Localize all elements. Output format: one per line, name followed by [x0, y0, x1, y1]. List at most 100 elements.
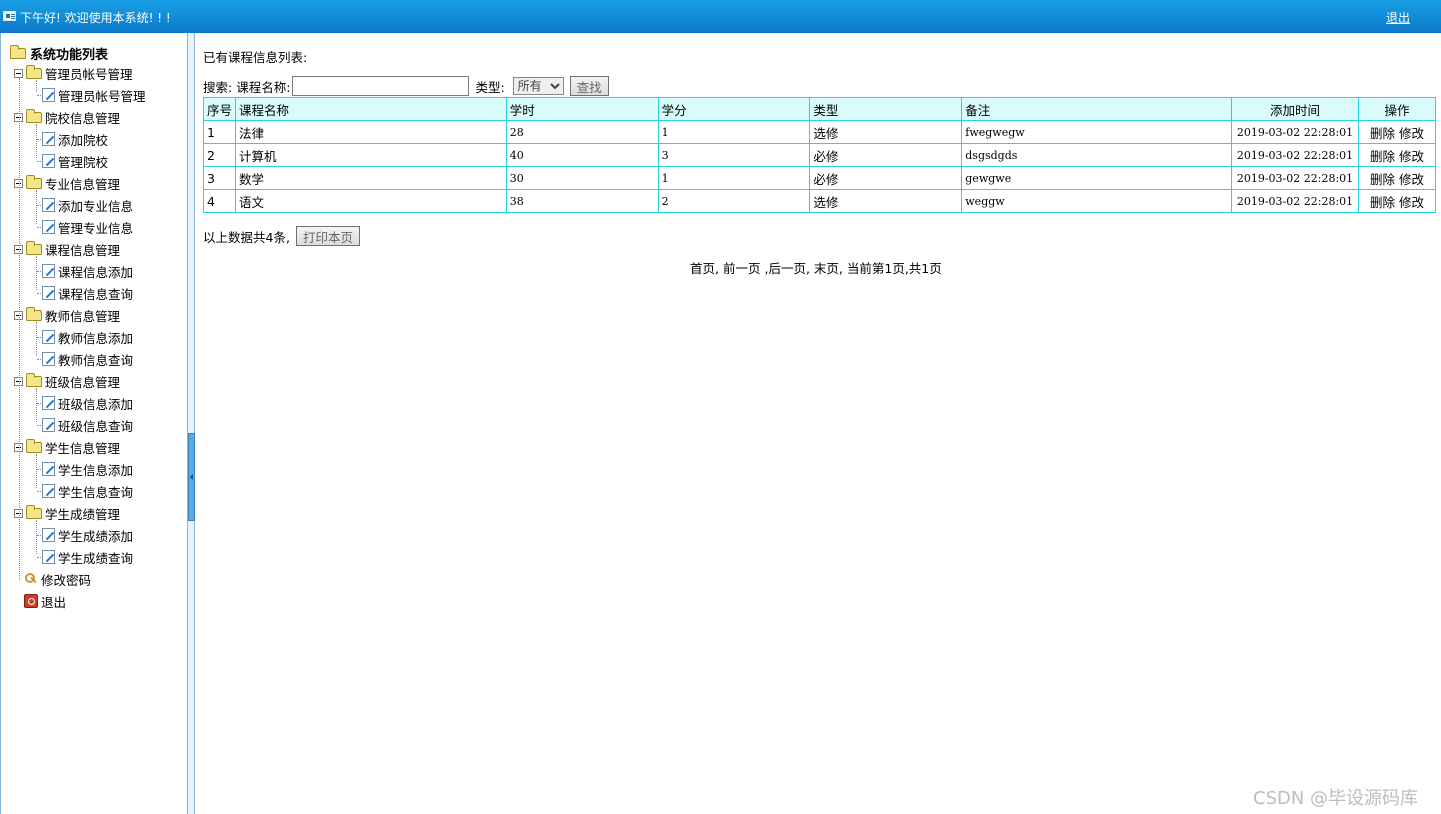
table-row: 4 语文 38 2 选修 weggw 2019-03-02 22:28:01 删除 修改 — [202, 189, 1437, 213]
tree-item-label: 退出 — [41, 594, 67, 610]
key-icon — [24, 572, 38, 586]
cell-type: 选修 — [809, 120, 963, 144]
tree-item[interactable]: 学生信息查询 — [42, 482, 133, 500]
folder-open-icon — [10, 44, 26, 59]
tree-group-label: 学生信息管理 — [45, 440, 121, 456]
tree-item[interactable]: 课程信息添加 — [42, 262, 133, 280]
cell-no: 3 — [202, 166, 237, 190]
tree-item-label: 学生信息查询 — [58, 484, 134, 500]
delete-link[interactable]: 删除 — [1370, 126, 1395, 141]
type-label: 类型: — [475, 79, 505, 95]
header-actions: 操作 — [1357, 97, 1437, 121]
tree-item[interactable]: 学生成绩查询 — [42, 548, 133, 566]
tree-item-label: 学生成绩查询 — [58, 550, 134, 566]
folder-open-icon — [26, 504, 42, 519]
tree-connector — [36, 190, 37, 224]
tree-group-label: 专业信息管理 — [45, 176, 121, 192]
cell-time: 2019-03-02 22:28:01 — [1231, 166, 1359, 190]
tree-item[interactable]: 学生成绩添加 — [42, 526, 133, 544]
frame-splitter[interactable] — [187, 33, 195, 814]
tree-connector — [36, 388, 37, 422]
watermark: CSDN @毕设源码库 — [1253, 788, 1419, 809]
course-table: 序号 课程名称 学时 学分 类型 备注 添加时间 操作 1 法律 28 1 选修 fweg… — [202, 97, 1437, 213]
pager-prev[interactable]: 前一页 — [723, 261, 761, 276]
cell-no: 2 — [202, 143, 237, 167]
tree-item-label: 学生信息添加 — [58, 462, 134, 478]
edit-page-icon — [42, 352, 55, 366]
cell-note: gewgwe — [961, 166, 1232, 190]
tree-item[interactable]: 管理专业信息 — [42, 218, 133, 236]
delete-link[interactable]: 删除 — [1370, 149, 1395, 164]
tree-group[interactable]: 学生成绩管理 — [14, 504, 120, 522]
edit-link[interactable]: 修改 — [1399, 126, 1424, 141]
tree-group[interactable]: 专业信息管理 — [14, 174, 120, 192]
pager-next[interactable]: ,后一页, — [764, 261, 809, 276]
tree-item[interactable]: 教师信息查询 — [42, 350, 133, 368]
tree-item-label: 课程信息添加 — [58, 264, 134, 280]
edit-page-icon — [42, 528, 55, 542]
tree-group-label: 学生成绩管理 — [45, 506, 121, 522]
tree-item-logout[interactable]: 退出 — [24, 592, 66, 610]
delete-link[interactable]: 删除 — [1370, 195, 1395, 210]
tree-item[interactable]: 管理员帐号管理 — [42, 86, 146, 104]
tree-group[interactable]: 院校信息管理 — [14, 108, 120, 126]
header-time: 添加时间 — [1231, 97, 1359, 121]
top-logout-link[interactable]: 退出 — [1386, 9, 1410, 26]
collapse-sidebar-handle[interactable] — [188, 433, 195, 521]
edit-page-icon — [42, 88, 55, 102]
tree-item[interactable]: 学生信息添加 — [42, 460, 133, 478]
cell-credit: 1 — [657, 166, 811, 190]
type-select[interactable]: 所有 — [512, 77, 564, 95]
cell-time: 2019-03-02 22:28:01 — [1231, 120, 1359, 144]
cell-credit: 3 — [657, 143, 811, 167]
cell-actions: 删除 修改 — [1357, 120, 1437, 144]
tree-item[interactable]: 课程信息查询 — [42, 284, 133, 302]
tree-item-label: 课程信息查询 — [58, 286, 134, 302]
pager-status: 当前第1页,共1页 — [846, 261, 942, 276]
edit-page-icon — [42, 484, 55, 498]
edit-link[interactable]: 修改 — [1399, 149, 1424, 164]
cell-no: 1 — [202, 120, 237, 144]
tree-item[interactable]: 添加院校 — [42, 130, 108, 148]
course-name-input[interactable] — [292, 76, 470, 96]
tree-item[interactable]: 班级信息添加 — [42, 394, 133, 412]
search-button[interactable]: 查找 — [569, 76, 609, 96]
tree-item-label: 添加专业信息 — [58, 198, 134, 214]
cell-name: 语文 — [235, 189, 507, 213]
tree-item-label: 班级信息添加 — [58, 396, 134, 412]
header-note: 备注 — [961, 97, 1232, 121]
edit-link[interactable]: 修改 — [1399, 195, 1424, 210]
tree-item-label: 添加院校 — [58, 132, 109, 148]
tree-connector — [19, 78, 20, 580]
tree-group[interactable]: 教师信息管理 — [14, 306, 120, 324]
print-button[interactable]: 打印本页 — [295, 226, 360, 246]
tree-group[interactable]: 管理员帐号管理 — [14, 64, 133, 82]
tree-item[interactable]: 添加专业信息 — [42, 196, 133, 214]
tree-item-change-password[interactable]: 修改密码 — [24, 570, 91, 588]
cell-note: dsgsdgds — [961, 143, 1232, 167]
folder-open-icon — [26, 108, 42, 123]
cell-actions: 删除 修改 — [1357, 143, 1437, 167]
folder-open-icon — [26, 306, 42, 321]
tree-group[interactable]: 课程信息管理 — [14, 240, 120, 258]
pagination: 首页, 前一页 ,后一页, 末页, 当前第1页,共1页 — [690, 258, 942, 277]
tree-item-label: 教师信息查询 — [58, 352, 134, 368]
tree-item[interactable]: 班级信息查询 — [42, 416, 133, 434]
cell-name: 计算机 — [235, 143, 507, 167]
pager-last[interactable]: 末页, — [814, 261, 843, 276]
edit-page-icon — [42, 462, 55, 476]
tree-group-label: 院校信息管理 — [45, 110, 121, 126]
edit-link[interactable]: 修改 — [1399, 172, 1424, 187]
collapse-toggle-icon[interactable] — [14, 68, 23, 78]
tree-group[interactable]: 班级信息管理 — [14, 372, 120, 390]
edit-page-icon — [42, 132, 55, 146]
tree-item[interactable]: 教师信息添加 — [42, 328, 133, 346]
pager-first[interactable]: 首页, — [690, 261, 719, 276]
delete-link[interactable]: 删除 — [1370, 172, 1395, 187]
cell-type: 选修 — [809, 189, 963, 213]
edit-page-icon — [42, 286, 55, 300]
tree-group[interactable]: 学生信息管理 — [14, 438, 120, 456]
tree-connector — [36, 520, 37, 554]
tree-item[interactable]: 管理院校 — [42, 152, 108, 170]
table-row: 2 计算机 40 3 必修 dsgsdgds 2019-03-02 22:28:01 删除 修… — [202, 143, 1437, 167]
